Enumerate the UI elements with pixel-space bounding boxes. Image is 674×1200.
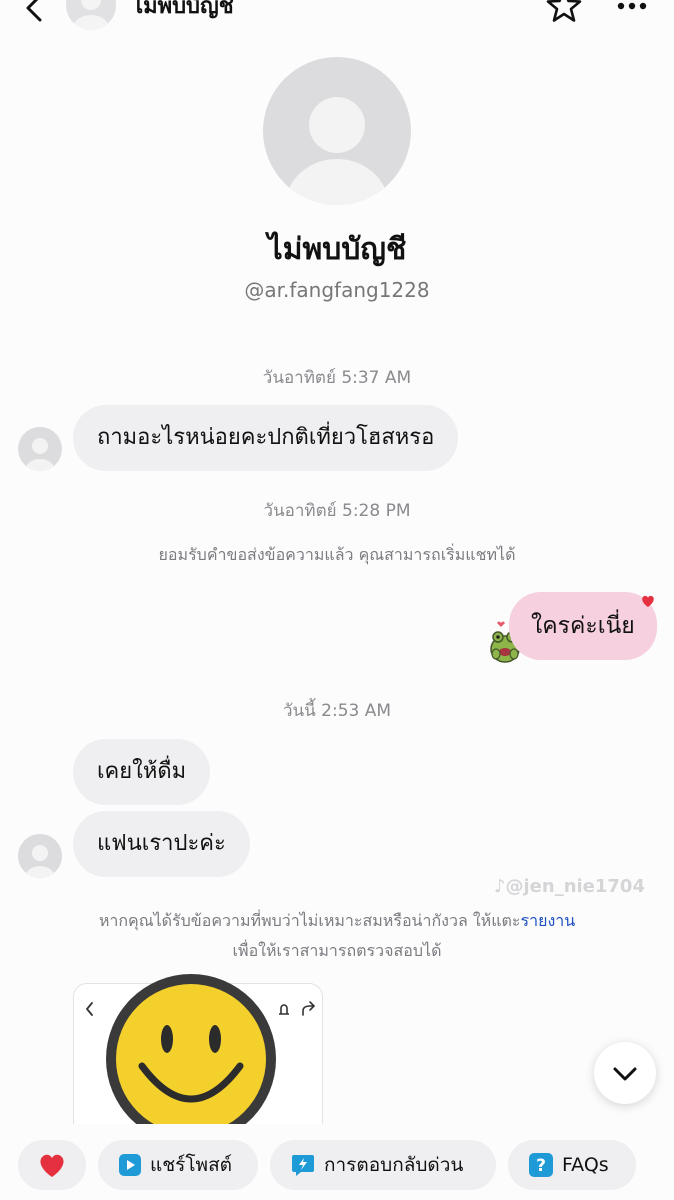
more-button[interactable] — [612, 0, 652, 18]
share-post-button[interactable]: แชร์โพสต์ — [98, 1140, 258, 1190]
report-notice: หากคุณได้รับข้อความที่พบว่าไม่เหมาะสมหรื… — [98, 911, 576, 960]
default-avatar-icon — [25, 438, 55, 471]
header-avatar[interactable] — [66, 0, 116, 30]
back-button[interactable] — [18, 0, 50, 30]
bell-icon — [279, 1004, 289, 1015]
faqs-button[interactable]: ? FAQs — [508, 1140, 636, 1190]
profile-avatar[interactable] — [263, 57, 411, 205]
share-icon — [302, 1001, 316, 1016]
report-link[interactable]: รายงาน — [521, 911, 576, 930]
heart-reaction-icon[interactable] — [640, 593, 656, 609]
sender-avatar[interactable] — [18, 427, 62, 471]
default-avatar-icon — [25, 845, 55, 878]
favorite-button[interactable] — [544, 0, 584, 26]
lightning-icon — [292, 1155, 314, 1176]
svg-text:?: ? — [536, 1156, 546, 1176]
heart-icon — [40, 1154, 64, 1177]
heart-button[interactable] — [18, 1140, 86, 1190]
back-arrow-icon — [26, 0, 42, 22]
question-icon: ? — [529, 1153, 553, 1177]
profile-handle[interactable]: @ar.fangfang1228 — [0, 278, 674, 302]
smiley-sticker — [104, 972, 278, 1146]
star-icon — [546, 0, 582, 22]
chevron-down-icon — [613, 1067, 637, 1081]
play-icon — [119, 1154, 141, 1176]
profile-name: ไม่พบบัญชี — [267, 232, 407, 267]
timestamp: วันอาทิตย์ 5:37 AM — [262, 368, 412, 388]
sender-avatar[interactable] — [18, 834, 62, 878]
watermark: ♪@jen_nie1704 — [494, 876, 645, 897]
share-post-label: แชร์โพสต์ — [150, 1154, 233, 1176]
message-bubble-incoming[interactable]: แฟนเราปะค่ะ — [73, 811, 250, 877]
message-bubble-incoming[interactable]: ถามอะไรหน่อยคะปกติเที่ยวโฮสหรอ — [73, 405, 459, 471]
quick-reply-button[interactable]: การตอบกลับด่วน — [270, 1140, 496, 1190]
system-message: ยอมรับคำขอส่งข้อความแล้ว คุณสามารถเริ่มแ… — [158, 545, 516, 564]
default-avatar-icon — [285, 97, 389, 205]
timestamp: วันนี้ 2:53 AM — [282, 701, 392, 721]
default-avatar-icon — [73, 0, 109, 30]
message-bubble-incoming[interactable]: เคยให้ดื่ม — [73, 739, 211, 805]
tiktok-icon: ♪ — [494, 876, 506, 897]
scroll-to-bottom-button[interactable] — [594, 1042, 656, 1104]
back-arrow-icon — [85, 1002, 93, 1016]
message-bubble-outgoing[interactable]: ใครค่ะเนี่ย — [509, 592, 657, 660]
faqs-label: FAQs — [562, 1154, 609, 1176]
quick-reply-label: การตอบกลับด่วน — [324, 1154, 464, 1176]
timestamp: วันอาทิตย์ 5:28 PM — [263, 501, 411, 521]
more-icon — [617, 2, 647, 10]
header-title[interactable]: ไม่พบบัญชี — [132, 0, 234, 23]
